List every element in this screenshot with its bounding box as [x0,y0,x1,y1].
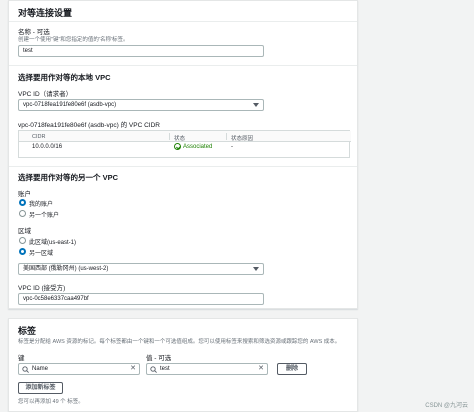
account-radio-mine[interactable] [19,199,26,206]
accepter-vpc-label: VPC ID (接受方) [18,285,66,292]
cidr-title: vpc-0718fea191fe80e6f (asdb-vpc) 的 VPC C… [18,122,160,129]
search-icon [22,366,29,373]
local-vpc-heading: 选择要用作对等的本地 VPC [18,73,111,82]
region-radio-this[interactable] [19,237,26,244]
account-option-mine-label: 我的账户 [29,202,54,208]
tag-value-input[interactable]: test ✕ [146,363,268,375]
column-header-cidr: CIDR [32,134,46,140]
clear-icon[interactable]: ✕ [130,365,136,372]
accepter-vpc-input[interactable]: vpc-0c58e6337caa497bf [18,293,264,305]
tag-key-input[interactable]: Name ✕ [18,363,140,375]
column-separator [226,133,227,140]
tags-description: 标签是分配给 AWS 资源的标记。每个标签都由一个键和一个可选值组成。您可以使用… [18,339,341,345]
chevron-down-icon [253,103,259,107]
tags-title: 标签 [18,326,37,336]
add-tag-button[interactable]: 添加新标签 [18,382,63,394]
region-radio-other[interactable] [19,248,26,255]
tag-limit-note: 您可以再添加 49 个 标签。 [18,399,84,405]
name-input[interactable]: test [18,45,264,57]
other-vpc-heading: 选择要用作对等的另一个 VPC [18,173,119,182]
search-icon [150,366,157,373]
tag-value-label: 值 - 可选 [146,355,172,362]
account-label: 账户 [18,191,31,198]
column-separator [169,133,170,140]
divider [9,166,357,167]
peering-settings-panel: 对等连接设置 名称 - 可选 创建一个使用"键"和您指定的值的'名称'标签。 t… [8,0,358,309]
column-header-reason: 状态原因 [231,136,254,142]
section-title: 对等连接设置 [18,8,73,18]
chevron-down-icon [253,267,259,271]
status-cell: Associated [174,143,212,150]
region-option-this-label: 此区域(us-east-1) [29,240,77,246]
tag-value-value: test [160,366,170,372]
region-label: 区域 [18,228,31,235]
divider [9,65,357,66]
column-header-status: 状态 [174,136,186,142]
clear-icon[interactable]: ✕ [258,365,264,372]
tag-key-label: 键 [18,355,25,362]
cidr-table: CIDR 状态 状态原因 10.0.0.0/16 Associated - [18,130,351,158]
name-hint: 创建一个使用"键"和您指定的值的'名称'标签。 [18,37,129,43]
watermark: CSDN @九河云 [425,403,468,409]
account-option-other-label: 另一个账户 [29,213,60,219]
tags-panel: 标签 标签是分配给 AWS 资源的标记。每个标签都由一个键和一个可选值组成。您可… [8,318,358,412]
cidr-cell: 10.0.0.0/16 [32,144,63,150]
region-option-other-label: 另一区域 [29,251,54,257]
vpc-id-label: VPC ID（请求者） [18,91,73,98]
vpc-id-value: vpc-0718fea191fe80e6f (asdb-vpc) [23,102,117,108]
account-radio-other[interactable] [19,210,26,217]
tag-key-value: Name [32,366,49,372]
remove-tag-button[interactable]: 删除 [277,363,307,375]
region-select[interactable]: 美国西部 (俄勒冈州) (us-west-2) [18,263,264,275]
status-text: Associated [183,144,213,151]
divider [9,21,357,22]
check-circle-icon [174,143,181,150]
region-select-value: 美国西部 (俄勒冈州) (us-west-2) [23,266,109,272]
reason-cell: - [231,144,233,150]
vpc-id-select[interactable]: vpc-0718fea191fe80e6f (asdb-vpc) [18,99,264,111]
